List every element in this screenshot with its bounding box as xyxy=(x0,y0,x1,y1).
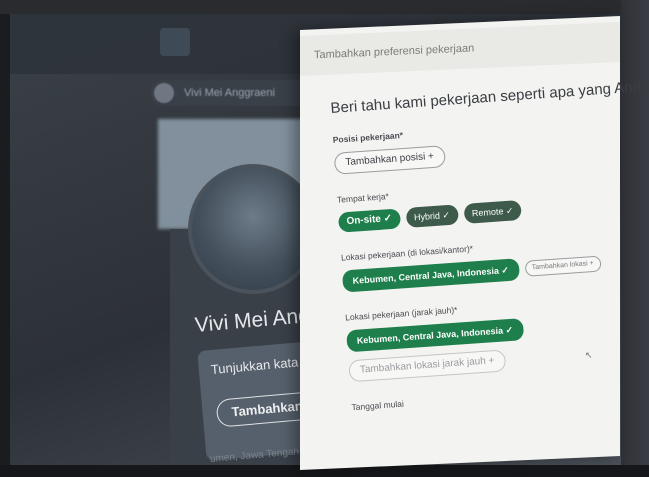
user-avatar-icon xyxy=(154,83,174,103)
modal-content: Beri tahu kami pekerjaan seperti apa yan… xyxy=(330,76,649,432)
onsite-location-chip[interactable]: Kebumen, Central Java, Indonesia ✓ xyxy=(341,258,520,293)
profile-avatar xyxy=(188,164,318,294)
app-logo-icon xyxy=(160,28,190,56)
onsite-location-section: Lokasi pekerjaan (di lokasi/kantor)* Keb… xyxy=(341,233,623,293)
add-position-button[interactable]: Tambahkan posisi + xyxy=(333,145,446,175)
background-user-chip: Vivi Mei Anggraeni xyxy=(150,80,310,106)
workplace-remote-chip[interactable]: Remote ✓ xyxy=(463,199,523,224)
job-position-label: Posisi pekerjaan* xyxy=(332,130,404,145)
workplace-onsite-chip[interactable]: On-site ✓ xyxy=(337,208,401,233)
mouse-cursor-icon: ↖ xyxy=(585,350,593,360)
remote-location-section: Lokasi pekerjaan (jarak jauh)* Kebumen, … xyxy=(345,293,629,383)
start-date-label: Tanggal mulai xyxy=(351,398,405,413)
add-onsite-location-button[interactable]: Tambahkan lokasi + xyxy=(524,255,602,277)
monitor-bezel-top xyxy=(0,0,649,14)
modal-title: Tambahkan preferensi pekerjaan xyxy=(314,42,475,62)
background-user-name: Vivi Mei Anggraeni xyxy=(184,87,275,99)
job-position-section: Posisi pekerjaan* Tambahkan posisi + xyxy=(332,115,614,175)
start-date-section: Tanggal mulai xyxy=(351,383,631,413)
workplace-section: Tempat kerja* On-site ✓ Hybrid ✓ Remote … xyxy=(337,175,619,233)
workplace-hybrid-chip[interactable]: Hybrid ✓ xyxy=(405,204,459,228)
add-remote-location-button[interactable]: Tambahkan lokasi jarak jauh + xyxy=(348,349,507,383)
remote-location-chip[interactable]: Kebumen, Central Java, Indonesia ✓ xyxy=(346,318,524,353)
